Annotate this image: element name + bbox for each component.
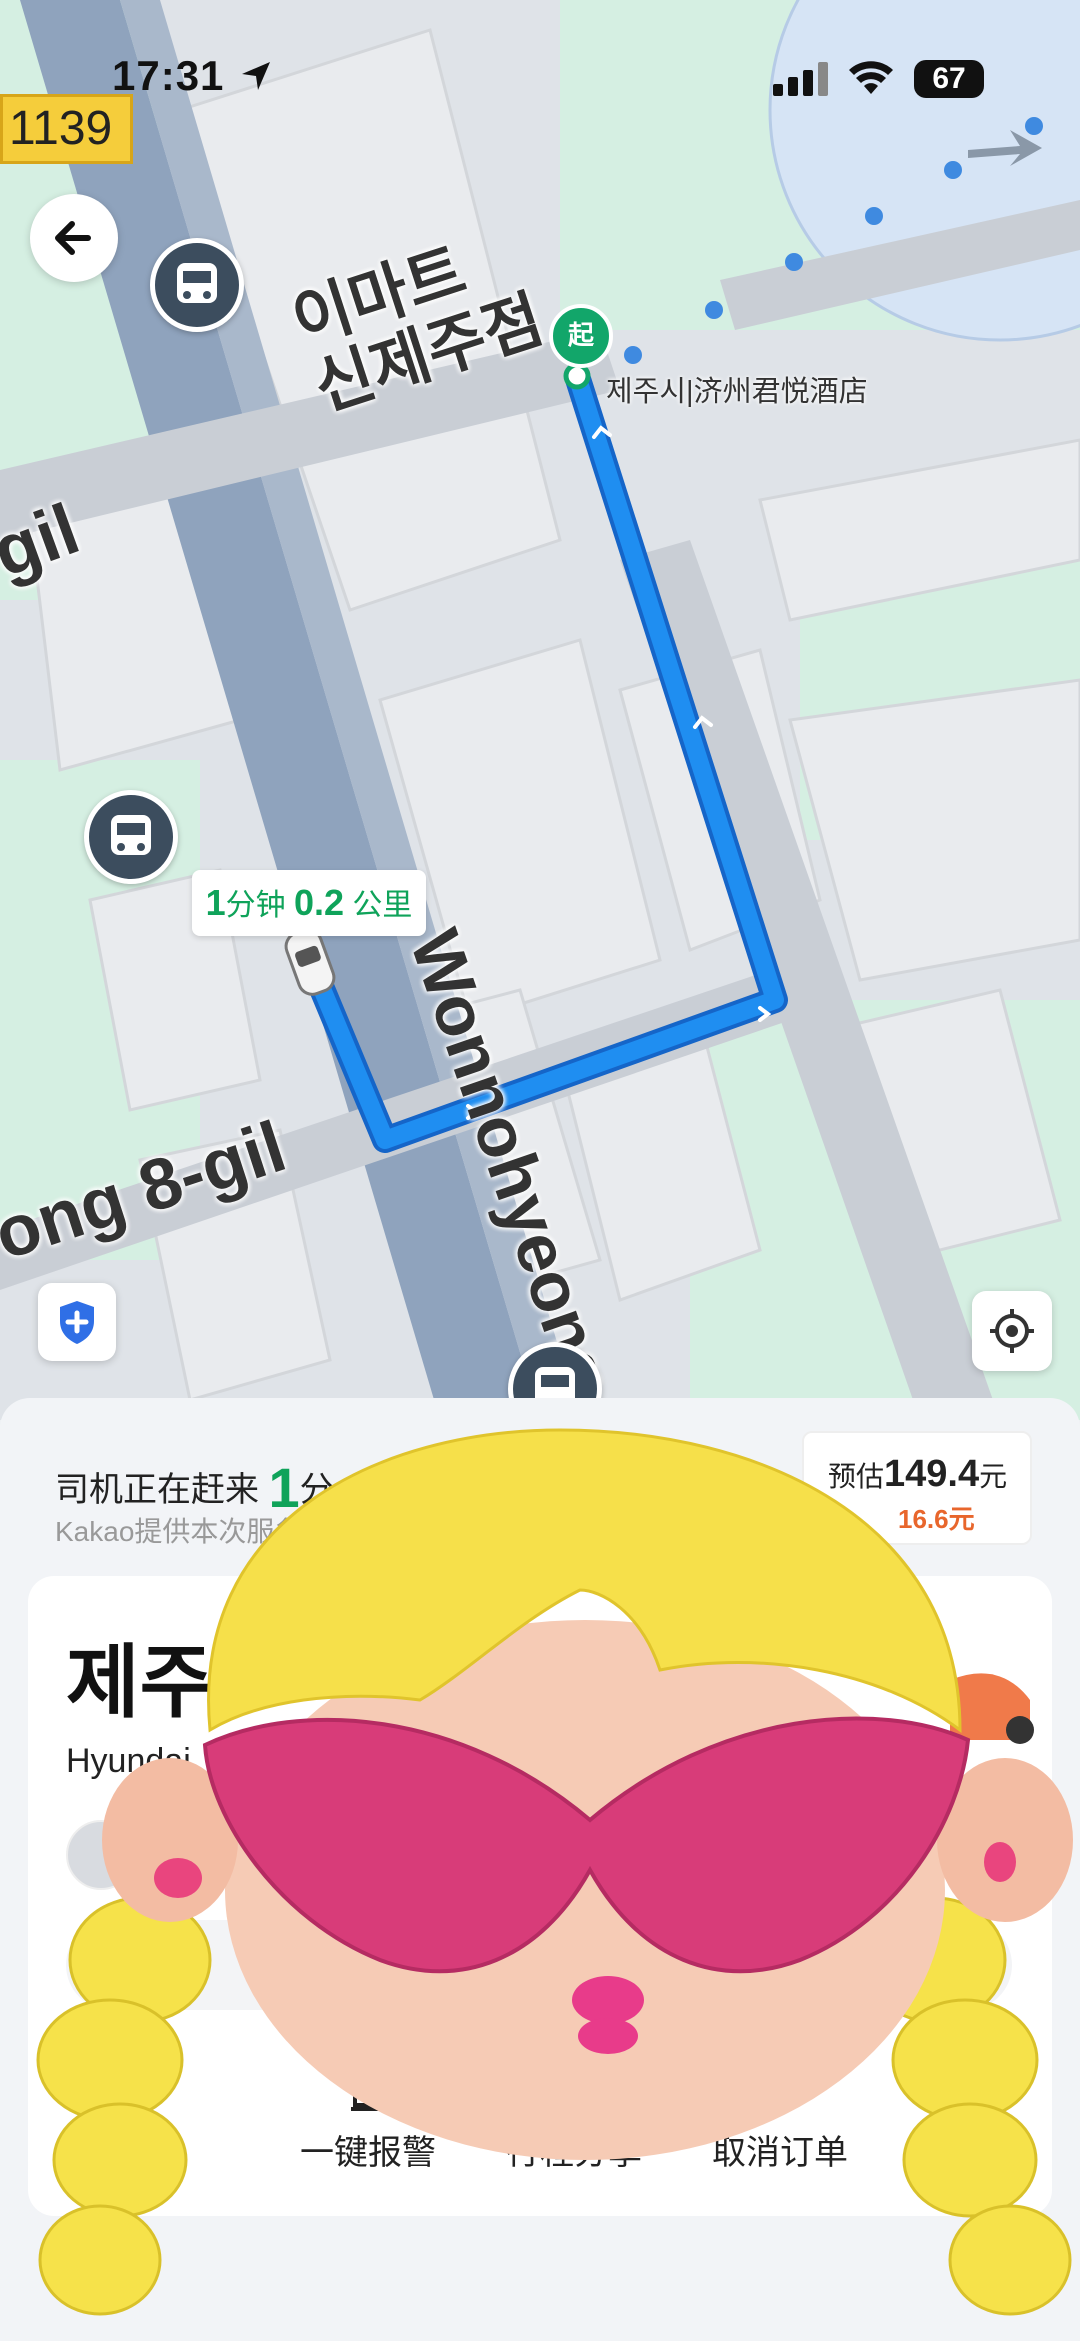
status-time: 17:31 [112, 52, 225, 99]
eta-distance: 0.2 [293, 882, 345, 923]
license-plate: 제주 [66, 1638, 214, 1727]
driver-avatar[interactable] [66, 1820, 136, 1890]
eta-bubble: 1分钟 0.2 公里 [192, 870, 426, 936]
emergency-alarm-button[interactable]: 一键报警 [268, 2065, 468, 2174]
crosshair-icon [990, 1309, 1034, 1353]
message-driver-bar[interactable] [66, 1920, 1012, 2010]
driver-status-suffix: 分 [299, 1471, 334, 1509]
fare-amount: 149.4 [884, 1453, 980, 1495]
wifi-icon [848, 58, 894, 101]
alarm-icon [343, 2065, 393, 2115]
cancel-icon [755, 2065, 805, 2115]
share-trip-button[interactable]: 行程分享 [474, 2065, 674, 2174]
back-button[interactable] [30, 194, 118, 282]
eta-minutes: 1 [205, 882, 226, 923]
battery-indicator: 67 [914, 60, 984, 98]
bus-stop-icon[interactable] [150, 238, 244, 332]
start-location-label: 제주시|济州君悦酒店 [606, 376, 868, 408]
cellular-signal-icon [773, 62, 831, 101]
cancel-order-button[interactable]: 取消订单 [680, 2065, 880, 2174]
fare-prefix: 预估 [828, 1461, 885, 1492]
start-marker[interactable]: 起 [549, 304, 613, 368]
map-view[interactable]: gil ong 8-gil Wonnohyeong 2-gil 이마트 신제주점… [0, 0, 1080, 1420]
fare-discount: 16.6元 [898, 1504, 975, 1534]
status-bar: 17:31 67 [0, 0, 1080, 150]
service-provider: Kakao提供本次服务 [55, 1516, 303, 1547]
recenter-location-button[interactable] [972, 1291, 1052, 1371]
fare-estimate[interactable]: 预估149.4元 16.6元 [802, 1431, 1032, 1545]
fare-unit: 元 [979, 1461, 1008, 1492]
car-image [950, 1650, 1040, 1760]
car-model: Hyundai [66, 1742, 191, 1780]
eta-distance-unit: 公里 [352, 889, 413, 922]
eta-minutes-unit: 分钟 [225, 889, 286, 922]
safety-shield-button[interactable] [38, 1283, 116, 1361]
back-arrow-icon [55, 221, 91, 255]
emergency-alarm-label: 一键报警 [300, 2134, 436, 2172]
cancel-order-label: 取消订单 [712, 2134, 848, 2172]
location-arrow-icon [238, 58, 274, 99]
share-trip-label: 行程分享 [506, 2134, 642, 2172]
bus-stop-icon[interactable] [84, 790, 178, 884]
shield-icon [60, 1301, 94, 1344]
driver-status-prefix: 司机正在赶来 [55, 1471, 259, 1509]
share-icon [549, 2065, 599, 2115]
